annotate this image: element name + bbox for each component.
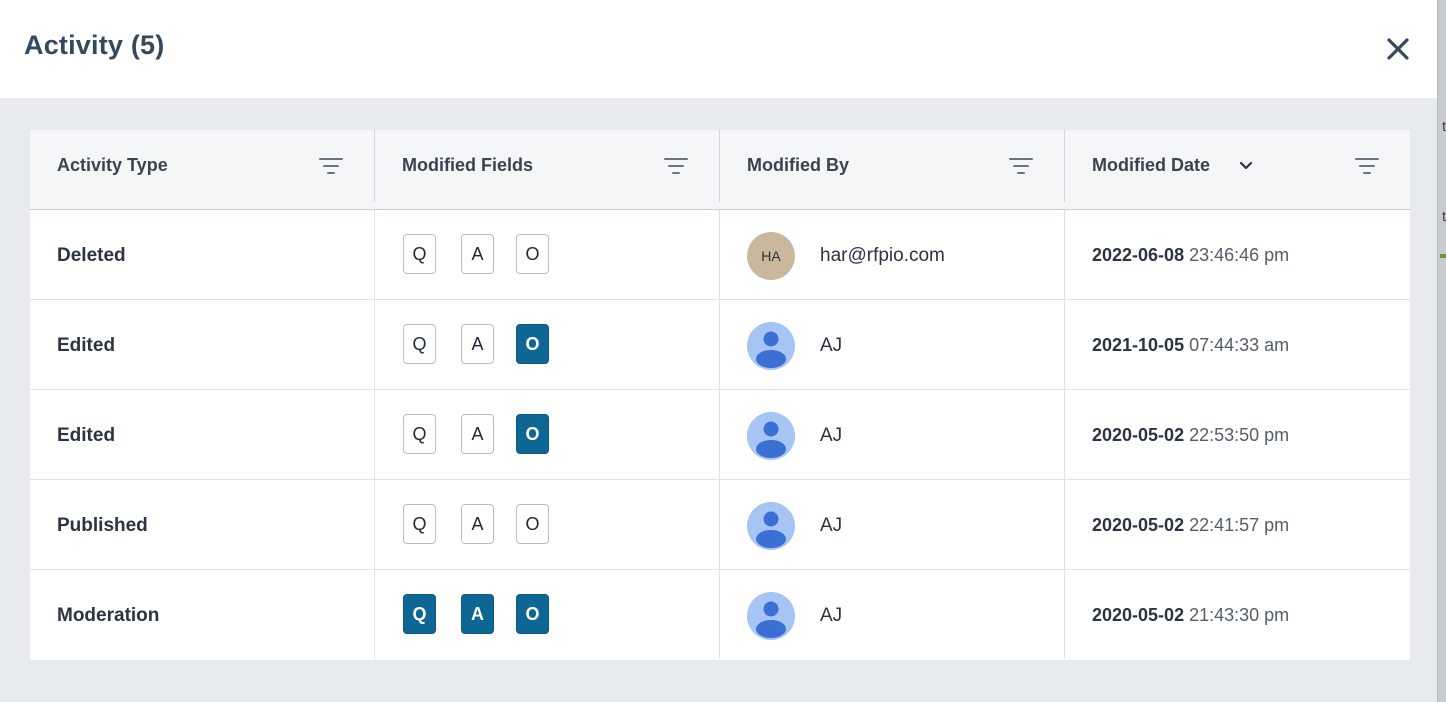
close-button[interactable] — [1382, 33, 1414, 65]
background-app-strip: t t — [1438, 0, 1446, 702]
activity-modal: Activity (5) Activity Type Modified Fiel… — [0, 0, 1438, 702]
user-avatar-icon — [747, 502, 795, 550]
date-part: 2020-05-02 — [1092, 605, 1185, 625]
cell-modified-fields: QAO — [374, 210, 720, 299]
time-part: 21:43:30 pm — [1189, 605, 1290, 625]
field-chip-o[interactable]: O — [516, 234, 549, 274]
cell-modified-by: AJ — [719, 480, 1065, 569]
modified-by-text: AJ — [820, 425, 843, 446]
table-row[interactable]: Edited Q A O AJ 2020-05-02 22:53:50 pm — [30, 390, 1410, 480]
time-part: 23:46:46 pm — [1189, 245, 1290, 265]
chevron-down-icon[interactable] — [1237, 157, 1255, 175]
column-header-activity-type: Activity Type — [30, 130, 375, 210]
cell-activity-type: Published — [30, 480, 375, 569]
background-text: t — [1442, 208, 1446, 224]
cell-modified-date: 2021-10-05 07:44:33 am — [1064, 300, 1410, 389]
cell-modified-date: 2022-06-08 23:46:46 pm — [1064, 210, 1410, 299]
cell-activity-type: Edited — [30, 390, 375, 479]
field-chip-a[interactable]: A — [461, 594, 494, 634]
column-header-modified-date[interactable]: Modified Date — [1065, 130, 1410, 210]
activity-type-text: Moderation — [57, 605, 160, 626]
cell-modified-by: AJ — [719, 570, 1065, 659]
filter-icon[interactable] — [1009, 156, 1033, 176]
field-chip-o[interactable]: O — [516, 594, 549, 634]
cell-modified-date: 2020-05-02 22:53:50 pm — [1064, 390, 1410, 479]
column-label: Activity Type — [57, 155, 168, 175]
modified-by-text: AJ — [820, 605, 843, 626]
background-text: t — [1442, 118, 1446, 134]
field-chip-q[interactable]: Q — [403, 504, 436, 544]
field-chip-o[interactable]: O — [516, 504, 549, 544]
user-avatar-icon — [747, 592, 795, 640]
column-label: Modified By — [747, 155, 849, 175]
modified-date-text: 2021-10-05 07:44:33 am — [1092, 335, 1289, 356]
field-chip-o[interactable]: O — [516, 324, 549, 364]
modal-title: Activity (5) — [24, 30, 165, 60]
activity-table: Activity Type Modified Fields Modified B… — [30, 130, 1410, 660]
table-row[interactable]: Moderation Q A O AJ 2020-05-02 21:43:30 pm — [30, 570, 1410, 660]
date-part: 2022-06-08 — [1092, 245, 1185, 265]
cell-modified-fields: QAO — [374, 480, 720, 569]
modified-by-text: AJ — [820, 515, 843, 536]
time-part: 22:53:50 pm — [1189, 425, 1290, 445]
avatar: HA — [747, 232, 795, 280]
field-chip-a[interactable]: A — [461, 234, 494, 274]
cell-activity-type: Moderation — [30, 570, 375, 659]
column-header-modified-by: Modified By — [720, 130, 1065, 210]
field-chip-a[interactable]: A — [461, 504, 494, 544]
filter-icon[interactable] — [1355, 156, 1379, 176]
field-chip-q[interactable]: Q — [403, 324, 436, 364]
cell-modified-by: HA har@rfpio.com — [719, 210, 1065, 299]
modified-date-text: 2020-05-02 21:43:30 pm — [1092, 605, 1289, 626]
field-chip-q[interactable]: Q — [403, 594, 436, 634]
activity-type-text: Edited — [57, 425, 116, 446]
modified-date-text: 2022-06-08 23:46:46 pm — [1092, 245, 1289, 266]
cell-activity-type: Edited — [30, 300, 375, 389]
modified-date-text: 2020-05-02 22:41:57 pm — [1092, 515, 1289, 536]
field-chip-a[interactable]: A — [461, 414, 494, 454]
table-row[interactable]: Deleted Q A O HA har@rfpio.com 2022-06-08 23:4… — [30, 210, 1410, 300]
cell-modified-by: AJ — [719, 300, 1065, 389]
close-icon — [1387, 38, 1409, 60]
activity-type-text: Published — [57, 515, 148, 536]
column-header-modified-fields: Modified Fields — [375, 130, 720, 210]
table-header: Activity Type Modified Fields Modified B… — [30, 130, 1410, 210]
modified-by-text: har@rfpio.com — [820, 245, 945, 266]
column-label: Modified Date — [1092, 155, 1211, 175]
modified-date-text: 2020-05-02 22:53:50 pm — [1092, 425, 1289, 446]
cell-modified-date: 2020-05-02 21:43:30 pm — [1064, 570, 1410, 659]
time-part: 07:44:33 am — [1189, 335, 1290, 355]
date-part: 2020-05-02 — [1092, 425, 1185, 445]
cell-modified-by: AJ — [719, 390, 1065, 479]
filter-icon[interactable] — [319, 156, 343, 176]
field-chip-q[interactable]: Q — [403, 414, 436, 454]
cell-modified-fields: QAO — [374, 390, 720, 479]
cell-modified-date: 2020-05-02 22:41:57 pm — [1064, 480, 1410, 569]
activity-type-text: Deleted — [57, 245, 126, 266]
user-avatar-icon — [747, 412, 795, 460]
cell-activity-type: Deleted — [30, 210, 375, 299]
modified-by-text: AJ — [820, 335, 843, 356]
cell-modified-fields: QAO — [374, 300, 720, 389]
background-marker — [1440, 254, 1446, 258]
field-chip-a[interactable]: A — [461, 324, 494, 364]
date-part: 2021-10-05 — [1092, 335, 1185, 355]
time-part: 22:41:57 pm — [1189, 515, 1290, 535]
table-row[interactable]: Edited Q A O AJ 2021-10-05 07:44:33 am — [30, 300, 1410, 390]
filter-icon[interactable] — [664, 156, 688, 176]
date-part: 2020-05-02 — [1092, 515, 1185, 535]
column-label: Modified Fields — [402, 155, 534, 175]
user-avatar-icon — [747, 322, 795, 370]
table-row[interactable]: Published Q A O AJ 2020-05-02 22:41:57 pm — [30, 480, 1410, 570]
field-chip-q[interactable]: Q — [403, 234, 436, 274]
cell-modified-fields: QAO — [374, 570, 720, 659]
modal-header: Activity (5) — [0, 0, 1437, 98]
activity-type-text: Edited — [57, 335, 116, 356]
field-chip-o[interactable]: O — [516, 414, 549, 454]
